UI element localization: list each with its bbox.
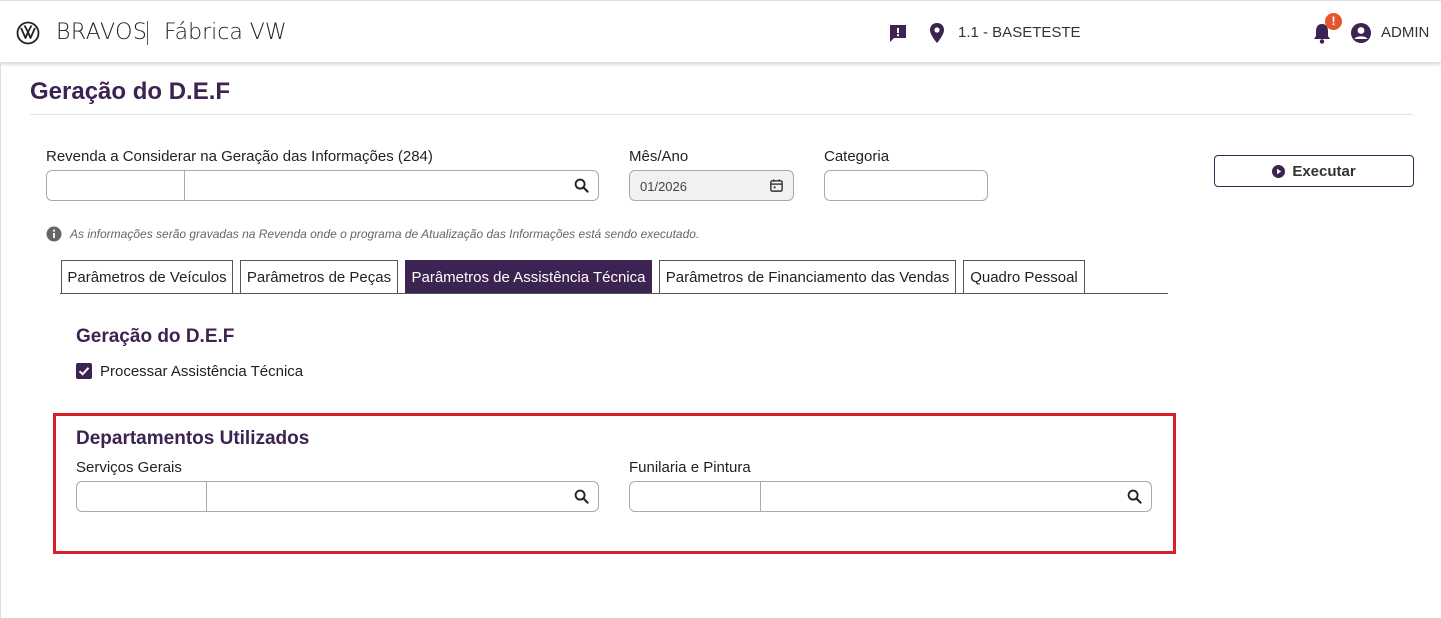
top-bar: BRAVOS Fábrica VW 1.1 - BASETESTE ! ADMI… [0,0,1441,62]
notification-badge: ! [1325,13,1342,30]
field-divider [184,171,185,200]
search-icon[interactable] [1127,489,1142,504]
execute-button[interactable]: Executar [1214,155,1414,187]
calendar-icon[interactable] [769,178,784,193]
user-avatar-icon[interactable] [1350,22,1372,44]
location-pin-icon [930,23,944,43]
brand-subtitle: Fábrica VW [164,20,287,45]
info-text: As informações serão gravadas na Revenda… [70,227,700,241]
servicos-gerais-lookup-field[interactable] [76,481,599,512]
tab-label: Parâmetros de Peças [246,269,392,286]
tab-parametros-veiculos[interactable]: Parâmetros de Veículos [61,260,233,294]
tab-quadro-pessoal[interactable]: Quadro Pessoal [963,260,1085,294]
search-icon[interactable] [574,178,589,193]
play-circle-icon [1272,164,1286,178]
funilaria-pintura-label: Funilaria e Pintura [629,459,751,476]
brand-divider [147,21,148,45]
location-label[interactable]: 1.1 - BASETESTE [958,24,1081,41]
tab-label: Parâmetros de Financiamento das Vendas [665,269,950,286]
categoria-label: Categoria [824,148,890,165]
info-icon [46,226,62,242]
title-divider [30,114,1413,115]
categoria-field[interactable] [824,170,988,201]
page-left-border [0,62,1,618]
processar-assistencia-label[interactable]: Processar Assistência Técnica [100,363,303,380]
tab-label: Parâmetros de Assistência Técnica [411,269,646,286]
search-icon[interactable] [574,489,589,504]
tab-parametros-financiamento[interactable]: Parâmetros de Financiamento das Vendas [659,260,956,294]
page-title: Geração do D.E.F [30,78,231,105]
tab-parametros-assistencia-tecnica[interactable]: Parâmetros de Assistência Técnica [405,260,652,294]
user-name[interactable]: ADMIN [1381,24,1429,41]
brand-name: BRAVOS [56,20,148,45]
field-divider [206,482,207,511]
tab-label: Parâmetros de Veículos [67,269,227,286]
servicos-gerais-label: Serviços Gerais [76,459,182,476]
execute-button-label: Executar [1292,162,1356,180]
revenda-label: Revenda a Considerar na Geração das Info… [46,148,433,165]
tabs-underline [60,293,1168,294]
tab-label: Quadro Pessoal [970,269,1078,286]
tab-parametros-pecas[interactable]: Parâmetros de Peças [240,260,398,294]
section-def-title: Geração do D.E.F [76,326,235,347]
section-departments-title: Departamentos Utilizados [76,428,310,449]
mes-ano-label: Mês/Ano [629,148,689,165]
mes-ano-field[interactable]: 01/2026 [629,170,794,201]
feedback-icon[interactable] [888,23,908,43]
mes-ano-value: 01/2026 [640,179,687,194]
processar-assistencia-checkbox[interactable] [76,363,92,379]
checkmark-icon [78,367,90,376]
field-divider [760,482,761,511]
funilaria-pintura-lookup-field[interactable] [629,481,1152,512]
vw-logo-icon[interactable] [16,21,40,45]
revenda-lookup-field[interactable] [46,170,599,201]
